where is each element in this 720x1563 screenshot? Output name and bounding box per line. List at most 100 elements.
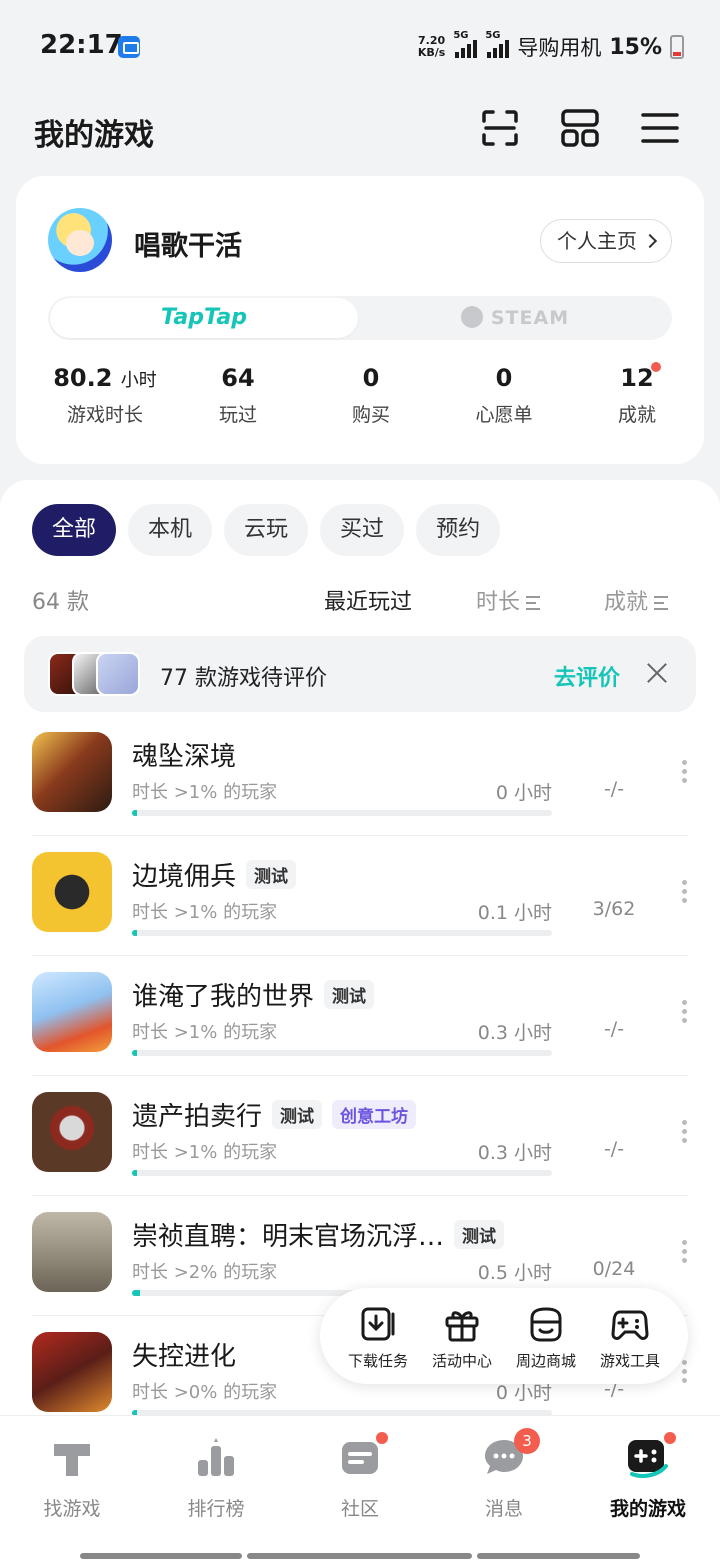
avatar[interactable] <box>48 208 112 272</box>
game-name: 谁淹了我的世界 测试 <box>132 976 375 1013</box>
game-achievement: -/- <box>603 1138 625 1160</box>
sort-icon <box>526 596 541 610</box>
filter-reserved[interactable]: 预约 <box>416 504 501 556</box>
sort-achievement[interactable]: 成就 <box>604 584 669 616</box>
stat-playtime[interactable]: 80.2 小时 游戏时长 <box>40 364 170 427</box>
progress-bar <box>132 810 552 816</box>
taptap-tab[interactable]: TapTap <box>50 298 358 338</box>
battery-icon <box>670 35 684 59</box>
game-row[interactable]: 魂坠深境 时长 >1% 的玩家 0 小时 -/- <box>32 716 688 836</box>
game-name: 边境佣兵 测试 <box>132 856 297 893</box>
game-name: 失控进化 <box>132 1342 237 1372</box>
sort-icon <box>654 596 669 610</box>
gesture-bar <box>80 1553 242 1559</box>
review-thumbnails <box>48 652 144 696</box>
platform-switch: TapTap STEAM <box>48 296 672 340</box>
stat-purchased[interactable]: 0 购买 <box>306 364 436 427</box>
review-text: 77 款游戏待评价 <box>160 666 327 691</box>
game-cover <box>32 972 112 1052</box>
more-icon[interactable] <box>680 1240 688 1264</box>
game-row[interactable]: 谁淹了我的世界 测试 时长 >1% 的玩家 0.3 小时 -/- <box>32 956 688 1076</box>
network-speed: 7.20 KB/s <box>417 34 446 59</box>
more-icon[interactable] <box>680 1360 688 1384</box>
game-count: 64 款 <box>32 590 89 615</box>
game-hours: 0.1 小时 <box>477 902 552 924</box>
filter-cloud[interactable]: 云玩 <box>224 504 309 556</box>
bottom-nav: 找游戏 排行榜 社区 3 消息 我的游戏 <box>0 1415 720 1563</box>
nav-find-games[interactable]: 找游戏 <box>0 1434 144 1521</box>
ranking-icon <box>198 1438 234 1476</box>
game-name: 魂坠深境 <box>132 742 237 772</box>
review-banner[interactable]: 77 款游戏待评价 去评价 <box>24 636 696 712</box>
floating-toolbar: 下载任务 活动中心 周边商城 游戏工具 <box>320 1288 688 1384</box>
progress-bar <box>132 1170 552 1176</box>
more-icon[interactable] <box>680 1000 688 1024</box>
steam-tab[interactable]: STEAM <box>360 298 670 338</box>
game-cover <box>32 1212 112 1292</box>
sort-recent[interactable]: 最近玩过 <box>324 584 412 616</box>
game-tools-button[interactable]: 游戏工具 <box>590 1288 670 1384</box>
game-achievement: 3/62 <box>592 898 636 920</box>
more-icon[interactable] <box>680 1120 688 1144</box>
carrier-name: 导购用机 <box>517 36 602 60</box>
filter-local[interactable]: 本机 <box>128 504 213 556</box>
notification-dot <box>662 1430 678 1446</box>
notification-dot <box>651 362 661 372</box>
page-header: 我的游戏 <box>0 96 720 166</box>
gesture-bar <box>477 1553 640 1559</box>
filter-all[interactable]: 全部 <box>32 504 117 556</box>
more-icon[interactable] <box>680 760 688 784</box>
game-list-panel: 全部 本机 云玩 买过 预约 64 款 最近玩过 时长 成就 77 款游戏待评价… <box>0 480 720 1563</box>
game-hours: 0 小时 <box>495 782 552 804</box>
stat-wishlist[interactable]: 0 心愿单 <box>439 364 569 427</box>
download-tasks-button[interactable]: 下载任务 <box>338 1288 418 1384</box>
more-icon[interactable] <box>680 880 688 904</box>
stat-played[interactable]: 64 玩过 <box>173 364 303 427</box>
progress-bar <box>132 1050 552 1056</box>
nav-community[interactable]: 社区 <box>288 1430 432 1521</box>
test-tag: 测试 <box>324 980 375 1009</box>
workshop-tag: 创意工坊 <box>332 1100 417 1129</box>
username[interactable]: 唱歌干活 <box>134 224 242 263</box>
gamepad-icon <box>611 1310 649 1340</box>
nav-ranking[interactable]: 排行榜 <box>144 1434 288 1521</box>
taptap-icon <box>54 1444 90 1476</box>
game-achievement: 0/24 <box>592 1258 636 1280</box>
screen-record-icon <box>118 36 140 58</box>
game-name: 崇祯直聘：明末官场沉浮… 测试 <box>132 1216 505 1253</box>
shop-icon <box>530 1307 562 1342</box>
test-tag: 测试 <box>246 860 297 889</box>
game-cover <box>32 1092 112 1172</box>
page-title: 我的游戏 <box>34 118 154 153</box>
nav-messages[interactable]: 3 消息 <box>432 1428 576 1521</box>
menu-icon[interactable] <box>638 106 682 150</box>
activity-center-button[interactable]: 活动中心 <box>422 1288 502 1384</box>
status-time: 22:17 <box>40 30 123 60</box>
status-bar: 22:17 7.20 KB/s 5G 5G 导购用机 15% <box>0 0 720 96</box>
game-cover <box>32 852 112 932</box>
game-hours: 0.3 小时 <box>477 1022 552 1044</box>
signal-icon: 5G <box>485 30 510 58</box>
game-row[interactable]: 边境佣兵 测试 时长 >1% 的玩家 0.1 小时 3/62 <box>32 836 688 956</box>
review-action[interactable]: 去评价 <box>554 660 620 692</box>
game-name: 遗产拍卖行 测试 创意工坊 <box>132 1096 417 1133</box>
notification-dot <box>374 1430 390 1446</box>
test-tag: 测试 <box>272 1100 323 1129</box>
grid-icon[interactable] <box>558 106 602 150</box>
gesture-bar <box>247 1553 472 1559</box>
close-icon[interactable] <box>646 662 668 684</box>
sort-duration[interactable]: 时长 <box>476 584 541 616</box>
stat-achievements[interactable]: 12 成就 <box>572 362 702 427</box>
gift-icon <box>445 1311 479 1342</box>
test-tag: 测试 <box>454 1220 505 1249</box>
signal-icon: 5G <box>453 30 478 58</box>
homepage-button[interactable]: 个人主页 <box>540 219 672 263</box>
scan-icon[interactable] <box>478 106 522 150</box>
nav-my-games[interactable]: 我的游戏 <box>576 1430 720 1521</box>
progress-bar <box>132 930 552 936</box>
filter-bought[interactable]: 买过 <box>320 504 405 556</box>
game-row[interactable]: 遗产拍卖行 测试 创意工坊 时长 >1% 的玩家 0.3 小时 -/- <box>32 1076 688 1196</box>
game-cover <box>32 1332 112 1412</box>
merch-store-button[interactable]: 周边商城 <box>506 1288 586 1384</box>
sort-bar: 64 款 最近玩过 时长 成就 <box>0 584 720 616</box>
